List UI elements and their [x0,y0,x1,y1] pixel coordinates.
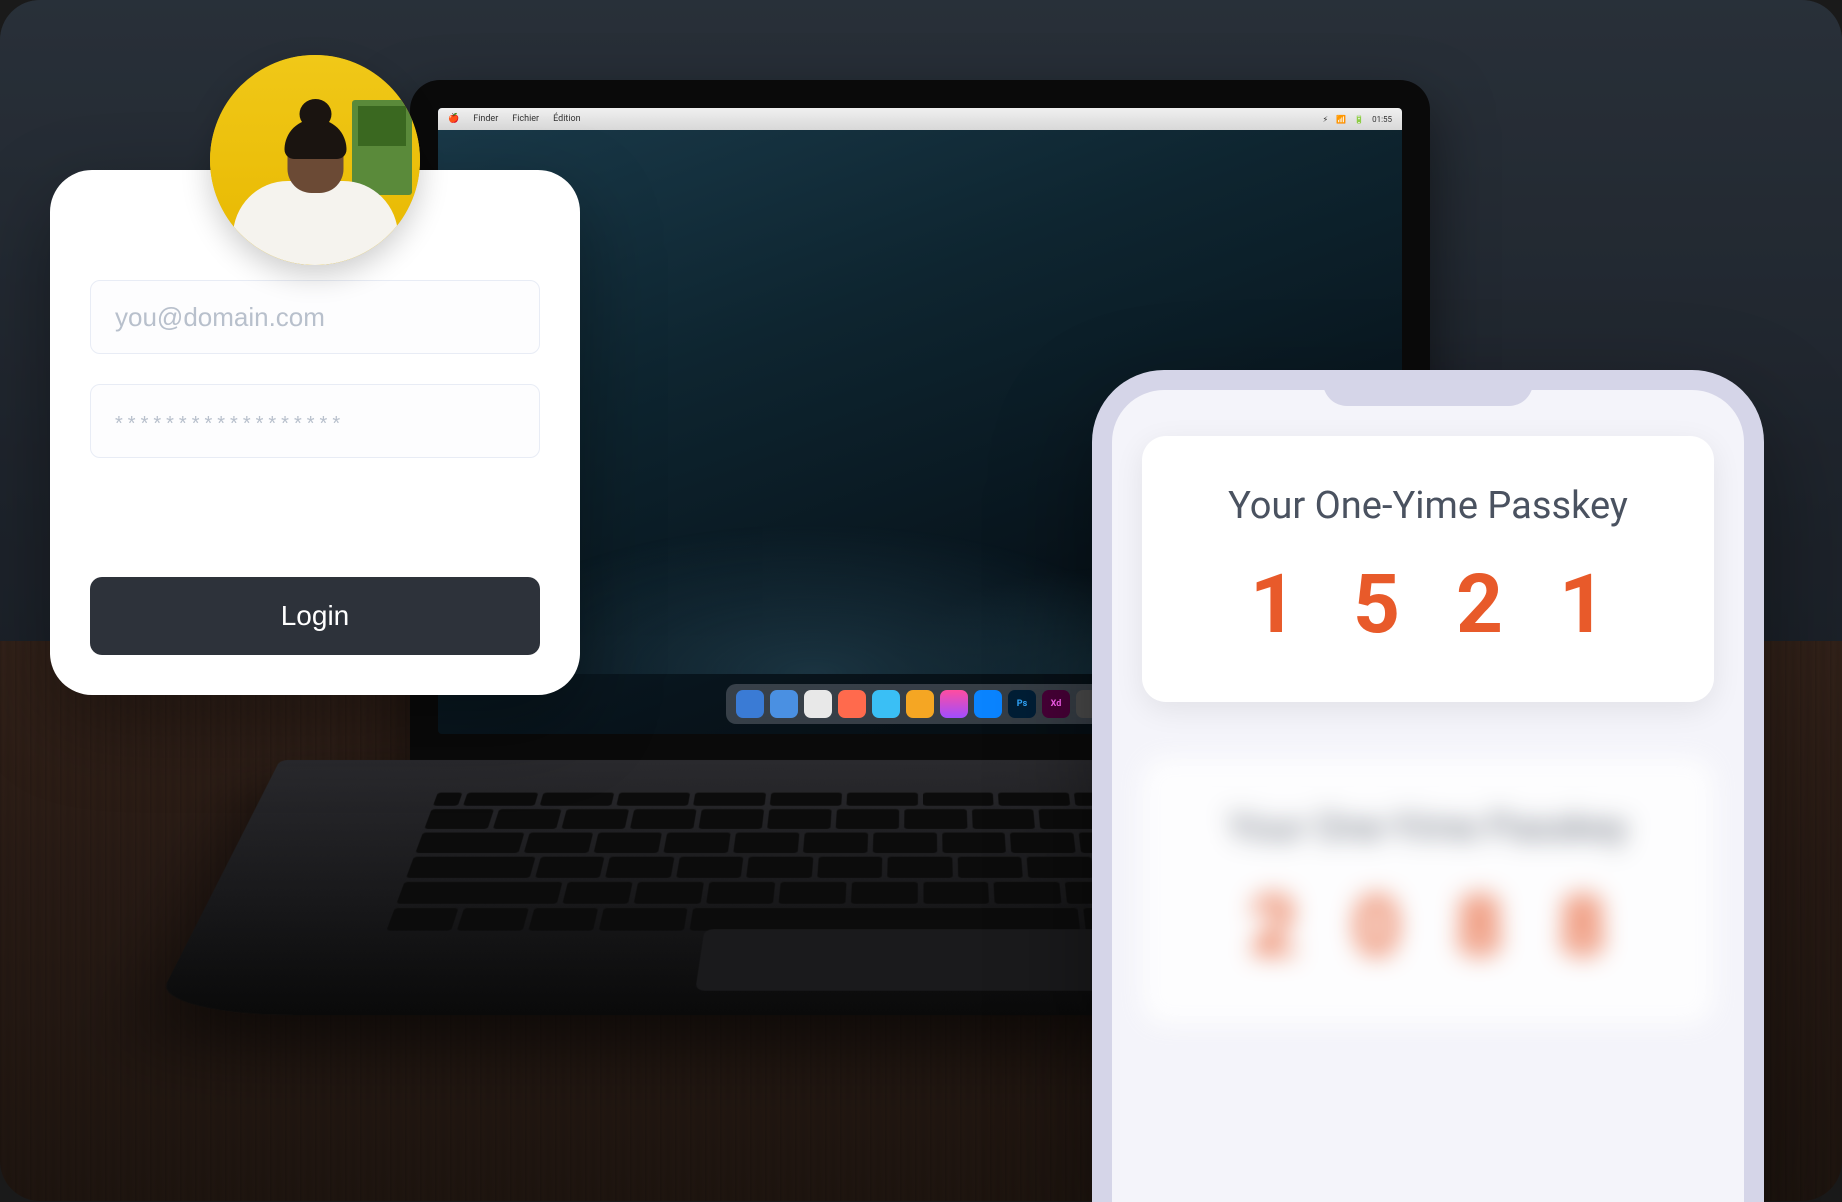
login-button[interactable]: Login [90,577,540,655]
macos-menubar: 🍎FinderFichierÉdition ⚡︎📶🔋01:55 [438,108,1402,130]
passkey-digit: 1 [1250,564,1297,646]
passkey-digit: 8 [1456,886,1503,968]
password-field[interactable] [90,384,540,458]
passkey-digit: 0 [1353,886,1400,968]
passkey-digit: 5 [1353,564,1400,646]
passkey-digits: 1 5 2 1 [1182,564,1674,646]
passkey-digit: 8 [1559,886,1606,968]
avatar [210,55,420,265]
macos-dock: Ps Xd [726,684,1114,724]
login-card: Login [50,170,580,695]
email-field[interactable] [90,280,540,354]
phone-device: Your One-Yime Passkey 1 5 2 1 Your One-Y… [1092,370,1764,1202]
passkey-digit: 2 [1250,886,1297,968]
passkey-title: Your One-Yime Passkey [1182,484,1674,528]
passkey-card-previous: Your One-Yime Passkey 2 0 8 8 [1142,758,1714,1024]
passkey-digits: 2 0 8 8 [1182,886,1674,968]
passkey-digit: 2 [1456,564,1503,646]
phone-notch [1323,370,1533,406]
passkey-card-current: Your One-Yime Passkey 1 5 2 1 [1142,436,1714,702]
passkey-title: Your One-Yime Passkey [1182,806,1674,850]
passkey-digit: 1 [1559,564,1606,646]
